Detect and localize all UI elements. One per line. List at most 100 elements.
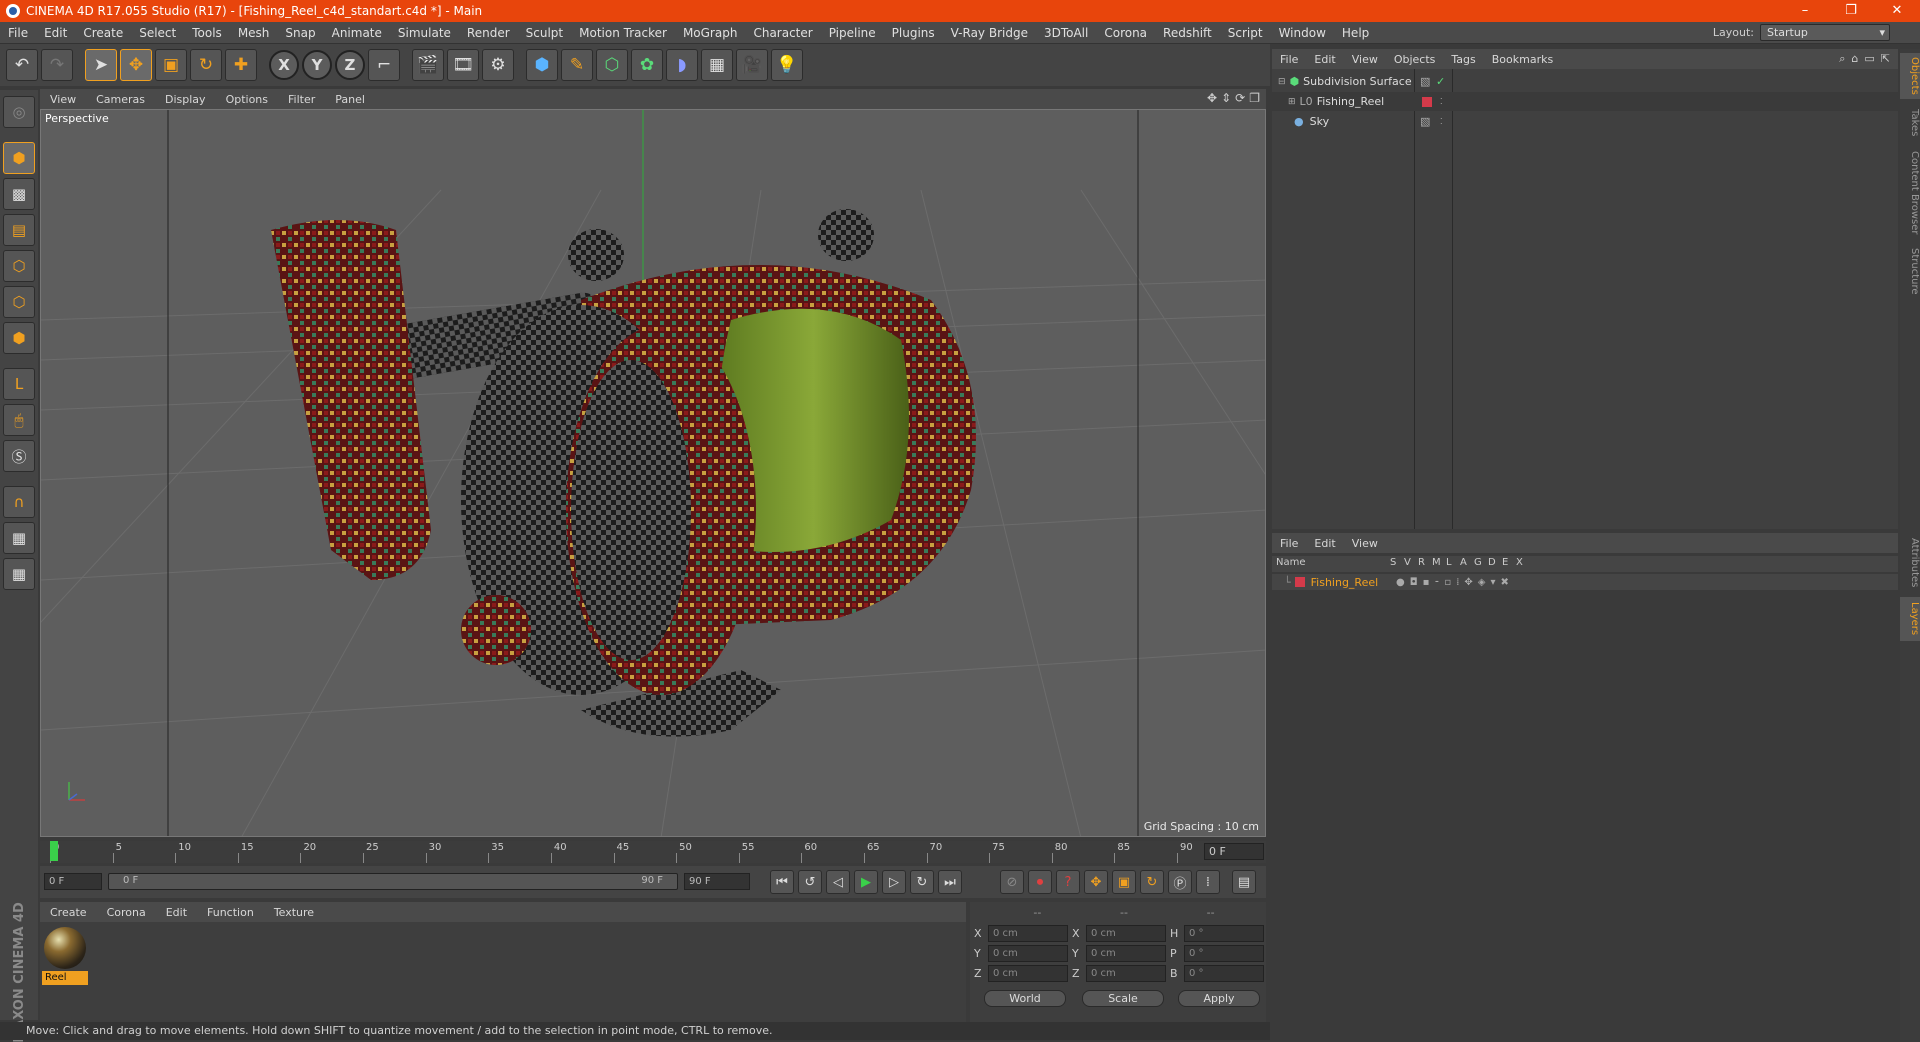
object-name[interactable]: Sky: [1310, 115, 1329, 128]
position-z-field[interactable]: 0 cm: [988, 964, 1068, 982]
layer-color-swatch[interactable]: [1294, 577, 1305, 587]
object-name[interactable]: Fishing_Reel: [1317, 95, 1385, 108]
viewport-menu-filter[interactable]: Filter: [278, 93, 325, 106]
goto-end-icon[interactable]: ⏭: [938, 870, 962, 894]
object-menu-file[interactable]: File: [1272, 53, 1306, 66]
editor-render-toggle-icon[interactable]: ▧: [1420, 115, 1430, 128]
menu-sculpt[interactable]: Sculpt: [518, 26, 571, 40]
scale-tool-icon[interactable]: ▣: [155, 49, 187, 81]
menu-create[interactable]: Create: [75, 26, 131, 40]
timeline-ruler[interactable]: 051015202530354045505560657075808590 0 F: [40, 841, 1266, 863]
end-frame-field[interactable]: 90 F: [684, 873, 750, 890]
menu-help[interactable]: Help: [1334, 26, 1377, 40]
coordinate-system-icon[interactable]: ⌐: [368, 49, 400, 81]
position-y-field[interactable]: 0 cm: [988, 944, 1068, 962]
rotation-b-field[interactable]: 0 °: [1184, 964, 1264, 982]
next-key-icon[interactable]: ↻: [910, 870, 934, 894]
snap-icon[interactable]: Ⓢ: [3, 440, 35, 472]
menu-script[interactable]: Script: [1220, 26, 1271, 40]
tweak-mode-icon[interactable]: 🖱: [3, 404, 35, 436]
texture-mode-icon[interactable]: ▩: [3, 178, 35, 210]
pen-spline-icon[interactable]: ✎: [561, 49, 593, 81]
rotation-p-field[interactable]: 0 °: [1184, 944, 1264, 962]
menu-character[interactable]: Character: [745, 26, 820, 40]
object-row-subdivision-surface[interactable]: ⊟ ⬢ Subdivision Surface ▧ ✓: [1272, 72, 1898, 91]
play-icon[interactable]: ▶: [854, 870, 878, 894]
frame-range-slider[interactable]: 0 F 90 F: [108, 873, 678, 890]
undo-icon[interactable]: ↶: [6, 49, 38, 81]
menu-edit[interactable]: Edit: [36, 26, 75, 40]
material-menu-edit[interactable]: Edit: [156, 906, 197, 919]
menu-corona[interactable]: Corona: [1096, 26, 1155, 40]
object-menu-view[interactable]: View: [1344, 53, 1386, 66]
toggle-views-icon[interactable]: ❐: [1249, 91, 1260, 105]
material-menu-function[interactable]: Function: [197, 906, 264, 919]
menu-render[interactable]: Render: [459, 26, 518, 40]
position-x-field[interactable]: 0 cm: [988, 924, 1068, 942]
magnet-icon[interactable]: ∩: [3, 486, 35, 518]
menu-pipeline[interactable]: Pipeline: [821, 26, 884, 40]
menu-plugins[interactable]: Plugins: [884, 26, 943, 40]
render-view-icon[interactable]: 🎬: [412, 49, 444, 81]
size-z-field[interactable]: 0 cm: [1086, 964, 1166, 982]
layer-menu-edit[interactable]: Edit: [1306, 537, 1343, 550]
axis-mode-icon[interactable]: L: [3, 368, 35, 400]
viewport-menu-options[interactable]: Options: [216, 93, 278, 106]
tab-layers[interactable]: Layers: [1900, 597, 1920, 641]
close-button[interactable]: ✕: [1874, 0, 1920, 22]
menu-animate[interactable]: Animate: [324, 26, 390, 40]
points-mode-icon[interactable]: ⬡: [3, 250, 35, 282]
viewport-menu-display[interactable]: Display: [155, 93, 216, 106]
record-keys-icon[interactable]: ⊘: [1000, 870, 1024, 894]
object-menu-objects[interactable]: Objects: [1386, 53, 1444, 66]
visibility-dots-icon[interactable]: ⁚: [1440, 117, 1443, 126]
zoom-view-icon[interactable]: ⇕: [1221, 91, 1231, 105]
object-menu-edit[interactable]: Edit: [1306, 53, 1343, 66]
cube-primitive-icon[interactable]: ⬢: [526, 49, 558, 81]
key-rotation-icon[interactable]: ↻: [1140, 870, 1164, 894]
keyframe-selection-icon[interactable]: ?: [1056, 870, 1080, 894]
material-menu-texture[interactable]: Texture: [264, 906, 324, 919]
select-arrow-icon[interactable]: ➤: [85, 49, 117, 81]
size-x-field[interactable]: 0 cm: [1086, 924, 1166, 942]
key-parameter-icon[interactable]: Ⓟ: [1168, 870, 1192, 894]
search-icon[interactable]: ⌕: [1839, 52, 1845, 66]
previous-key-icon[interactable]: ↺: [798, 870, 822, 894]
apply-button[interactable]: Apply: [1178, 990, 1260, 1007]
make-editable-icon[interactable]: ◎: [3, 96, 35, 128]
menu-select[interactable]: Select: [131, 26, 184, 40]
restore-button[interactable]: ❐: [1828, 0, 1874, 22]
viewport-menu-view[interactable]: View: [40, 93, 86, 106]
layer-color-swatch[interactable]: [1422, 96, 1432, 107]
y-axis-lock-icon[interactable]: Y: [302, 50, 332, 80]
menu-motion-tracker[interactable]: Motion Tracker: [571, 26, 675, 40]
timeline-window-icon[interactable]: ▤: [1232, 870, 1256, 894]
key-scale-icon[interactable]: ▣: [1112, 870, 1136, 894]
planar-workplane-icon[interactable]: ▦: [3, 558, 35, 590]
autokey-icon[interactable]: ⏺: [1028, 870, 1052, 894]
menu-window[interactable]: Window: [1271, 26, 1334, 40]
render-settings-icon[interactable]: ⚙: [482, 49, 514, 81]
model-mode-icon[interactable]: ⬢: [3, 142, 35, 174]
material-name-label[interactable]: Reel: [42, 971, 88, 985]
mograph-cloner-icon[interactable]: ✿: [631, 49, 663, 81]
object-menu-bookmarks[interactable]: Bookmarks: [1484, 53, 1561, 66]
playhead-marker[interactable]: [50, 841, 58, 861]
deformer-icon[interactable]: ◗: [666, 49, 698, 81]
expand-icon[interactable]: ⇱: [1881, 52, 1890, 66]
size-y-field[interactable]: 0 cm: [1086, 944, 1166, 962]
current-frame-field[interactable]: 0 F: [1204, 843, 1264, 860]
move-tool-icon[interactable]: ✥: [120, 49, 152, 81]
render-picture-viewer-icon[interactable]: 🎞: [447, 49, 479, 81]
orbit-view-icon[interactable]: ⟳: [1235, 91, 1245, 105]
object-row-fishing-reel[interactable]: ⊞ L0 Fishing_Reel ⁚: [1272, 92, 1898, 111]
rotate-tool-icon[interactable]: ↻: [190, 49, 222, 81]
layer-menu-view[interactable]: View: [1344, 537, 1386, 550]
perspective-viewport[interactable]: Perspective Grid Spacing : 10 cm: [40, 109, 1266, 837]
home-icon[interactable]: ⌂: [1851, 52, 1858, 66]
viewport-menu-panel[interactable]: Panel: [325, 93, 375, 106]
collapse-toggle-icon[interactable]: ⊟: [1278, 77, 1286, 87]
new-view-icon[interactable]: ▭: [1864, 52, 1874, 66]
layer-row[interactable]: └ Fishing_Reel ●◘▪⁃▫⁞✥◈▾✖: [1272, 574, 1898, 590]
floor-scene-icon[interactable]: ▦: [701, 49, 733, 81]
